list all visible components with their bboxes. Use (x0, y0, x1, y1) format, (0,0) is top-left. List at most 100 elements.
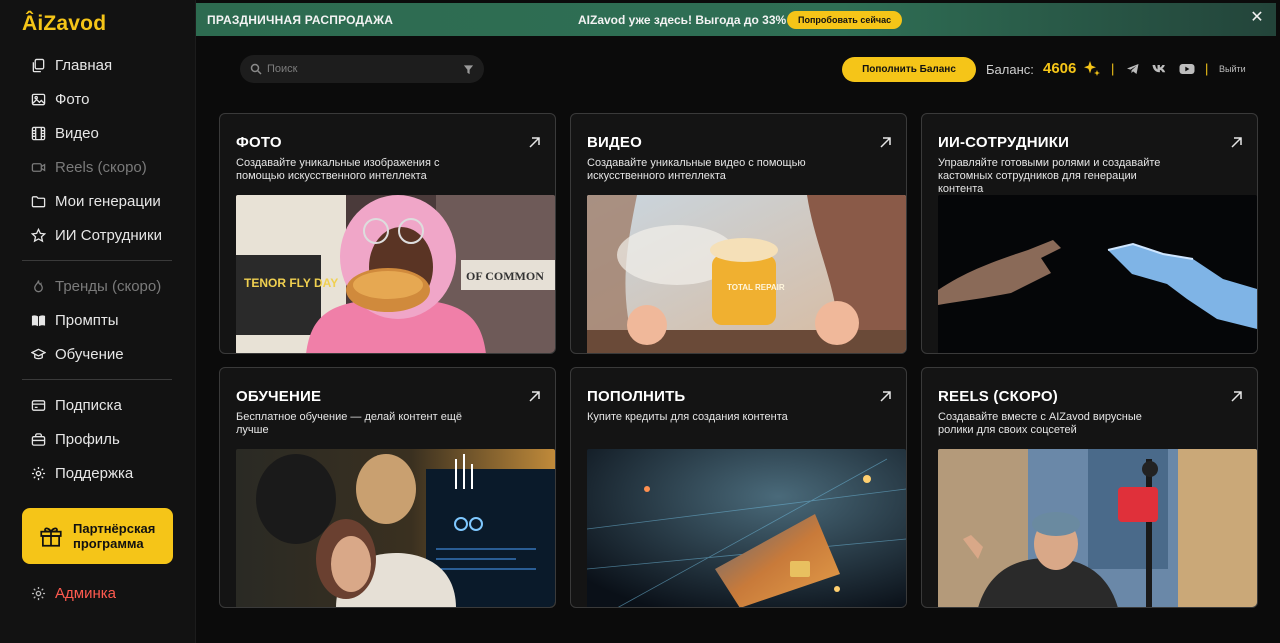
sidebar-item-label: Профиль (55, 430, 120, 448)
sidebar-item-generations[interactable]: Мои генерации (22, 184, 174, 218)
gear-icon (30, 465, 46, 481)
card-description: Создавайте вместе с AIZavod вирусные рол… (938, 411, 1142, 436)
card-image (236, 449, 555, 607)
card-image: TENOR FLY DAY OF COMMON (236, 195, 555, 353)
card-ai-staff[interactable]: ИИ-СОТРУДНИКИ Управляйте готовыми ролями… (921, 113, 1258, 354)
arrow-up-right-icon (1231, 391, 1242, 402)
card-title: ВИДЕО (587, 134, 642, 151)
sidebar-item-label: Главная (55, 56, 113, 74)
card-image (587, 449, 906, 607)
graduation-cap-icon (30, 346, 46, 362)
gift-icon (40, 527, 62, 547)
arrow-up-right-icon (529, 137, 540, 148)
banner-title: ПРАЗДНИЧНАЯ РАСПРОДАЖА (207, 12, 394, 27)
card-title: ОБУЧЕНИЕ (236, 388, 322, 405)
balance-label: Баланс: (986, 62, 1034, 77)
card-photo[interactable]: ФОТО Создавайте уникальные изображения с… (219, 113, 556, 354)
sidebar-item-label: Фото (55, 90, 90, 108)
folder-icon (30, 193, 46, 209)
sidebar-divider (22, 379, 172, 380)
sidebar-item-prompts[interactable]: Промпты (22, 303, 174, 337)
arrow-up-right-icon (880, 391, 891, 402)
search-bar (240, 55, 484, 83)
partner-program-label: Партнёрская программа (73, 521, 156, 551)
user-icon (30, 431, 46, 447)
filter-icon[interactable] (463, 64, 474, 75)
search-input[interactable] (267, 63, 457, 75)
sidebar-item-photo[interactable]: Фото (22, 82, 174, 116)
sidebar-item-ai-staff[interactable]: ИИ Сотрудники (22, 218, 174, 252)
film-icon (30, 125, 46, 141)
sidebar-item-profile[interactable]: Профиль (22, 422, 174, 456)
arrow-up-right-icon (1231, 137, 1242, 148)
banner-message: AIZavod уже здесь! Выгода до 33% (578, 12, 787, 27)
card-description: Бесплатное обучение — делай контент ещё … (236, 411, 462, 436)
sidebar-item-video[interactable]: Видео (22, 116, 174, 150)
sidebar-item-label: Reels (скоро) (55, 158, 147, 176)
search-icon (250, 63, 262, 75)
flame-icon (30, 278, 46, 294)
book-icon (30, 312, 46, 328)
card-image (938, 195, 1257, 353)
sidebar-divider (22, 260, 172, 261)
card-image (938, 449, 1257, 607)
sidebar-item-trends[interactable]: Тренды (скоро) (22, 269, 174, 303)
sidebar-item-label: Поддержка (55, 464, 134, 482)
sidebar-item-support[interactable]: Поддержка (22, 456, 174, 490)
poster-text: TENOR FLY DAY (244, 276, 338, 290)
card-reels[interactable]: REELS (СКОРО) Создавайте вместе с AIZavo… (921, 367, 1258, 608)
sidebar-item-label: Промпты (55, 311, 119, 329)
telegram-icon[interactable] (1126, 62, 1140, 76)
sparkle-icon (1084, 61, 1100, 76)
logo[interactable]: ÂiZavod (22, 12, 106, 36)
sidebar-item-label: Мои генерации (55, 192, 161, 210)
banner-try-button[interactable]: Попробовать сейчас (787, 11, 903, 29)
star-icon (30, 227, 46, 243)
vk-icon[interactable] (1152, 62, 1168, 76)
sidebar-item-label: Видео (55, 124, 99, 142)
arrow-up-right-icon (529, 391, 540, 402)
sidebar-item-label: Тренды (скоро) (55, 277, 162, 295)
separator: | (1111, 61, 1115, 76)
camera-icon (30, 159, 46, 175)
sidebar-item-admin[interactable]: Админка (22, 576, 174, 610)
card-description: Управляйте готовыми ролями и создавайте … (938, 157, 1161, 195)
logout-link[interactable]: Выйти (1219, 64, 1246, 74)
partner-program-button[interactable]: Партнёрская программа (22, 508, 173, 564)
image-icon (30, 91, 46, 107)
sidebar-nav: Главная Фото Видео Reels (скоро) Мои ген… (22, 48, 174, 490)
app: ÂiZavod Главная Фото Видео Reels (скоро)… (0, 0, 1280, 643)
sidebar: ÂiZavod Главная Фото Видео Reels (скоро)… (0, 0, 196, 643)
copy-icon (30, 57, 46, 73)
separator: | (1205, 61, 1209, 76)
card-title: ИИ-СОТРУДНИКИ (938, 134, 1070, 151)
sidebar-item-label: Админка (55, 584, 116, 602)
card-description: Купите кредиты для создания контента (587, 411, 788, 423)
card-education[interactable]: ОБУЧЕНИЕ Бесплатное обучение — делай кон… (219, 367, 556, 608)
poster-text: OF COMMON (466, 269, 544, 283)
sidebar-item-education[interactable]: Обучение (22, 337, 174, 371)
card-image: TOTAL REPAIR (587, 195, 906, 353)
card-title: REELS (СКОРО) (938, 388, 1058, 405)
card-description: Создавайте уникальные изображения с помо… (236, 157, 440, 182)
sidebar-item-home[interactable]: Главная (22, 48, 174, 82)
card-title: ПОПОЛНИТЬ (587, 388, 686, 405)
card-description: Создавайте уникальные видео с помощью ис… (587, 157, 806, 182)
balance-value: 4606 (1043, 60, 1077, 77)
sidebar-item-reels[interactable]: Reels (скоро) (22, 150, 174, 184)
gear-icon (30, 585, 46, 601)
sidebar-item-subscription[interactable]: Подписка (22, 388, 174, 422)
sidebar-item-label: ИИ Сотрудники (55, 226, 162, 244)
promo-banner: ПРАЗДНИЧНАЯ РАСПРОДАЖА AIZavod уже здесь… (196, 3, 1276, 36)
sidebar-item-label: Подписка (55, 396, 122, 414)
youtube-icon[interactable] (1179, 62, 1195, 76)
arrow-up-right-icon (880, 137, 891, 148)
jar-label: TOTAL REPAIR (727, 283, 785, 292)
close-icon[interactable]: ✕ (1250, 10, 1264, 26)
card-title: ФОТО (236, 134, 282, 151)
topup-balance-button[interactable]: Пополнить Баланс (842, 57, 976, 82)
sidebar-item-label: Обучение (55, 345, 124, 363)
card-topup[interactable]: ПОПОЛНИТЬ Купите кредиты для создания ко… (570, 367, 907, 608)
card-icon (30, 397, 46, 413)
card-video[interactable]: ВИДЕО Создавайте уникальные видео с помо… (570, 113, 907, 354)
